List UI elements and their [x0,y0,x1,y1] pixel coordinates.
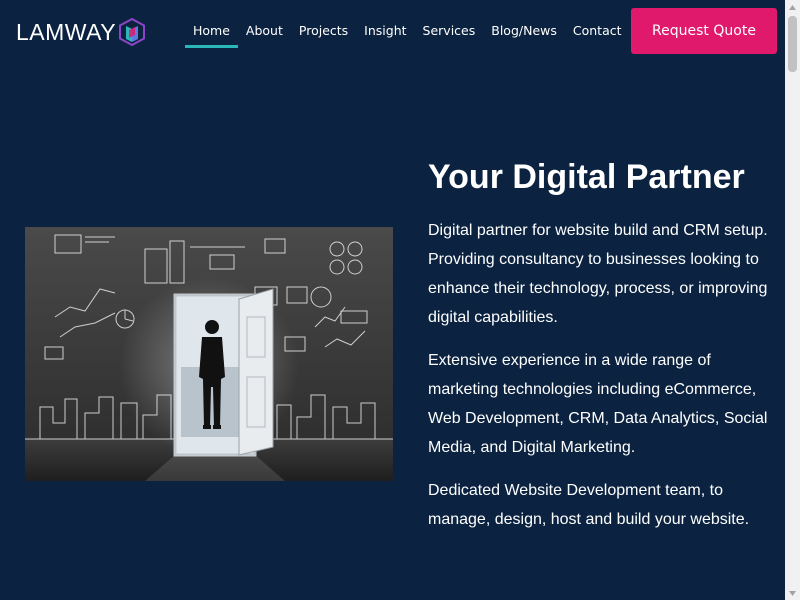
nav-projects[interactable]: Projects [291,14,356,48]
main-nav: Home About Projects Insight Services Blo… [185,14,630,48]
nav-services[interactable]: Services [415,14,484,48]
logo-text: LAMWAY [16,18,117,45]
hero-image [25,227,393,481]
scrollbar[interactable] [785,0,800,600]
nav-home[interactable]: Home [185,14,238,48]
nav-blog-news[interactable]: Blog/News [483,14,565,48]
logo-mark-icon [119,18,146,46]
nav-insight[interactable]: Insight [356,14,414,48]
site-header: LAMWAY Home About Projects Insight Servi… [0,0,785,62]
businessman-doorway-icon [25,227,393,481]
hero-paragraph: Digital partner for website build and CR… [428,222,768,326]
scroll-down-arrow-icon[interactable] [785,586,800,600]
nav-about[interactable]: About [238,14,291,48]
scrollbar-thumb[interactable] [788,16,797,72]
hero-description: Digital partner for website build and CR… [428,216,768,548]
page: LAMWAY Home About Projects Insight Servi… [0,0,785,600]
request-quote-button[interactable]: Request Quote [631,8,777,54]
nav-contact[interactable]: Contact [565,14,630,48]
hero-paragraph: Extensive experience in a wide range of … [428,352,768,456]
hero-title: Your Digital Partner [428,158,745,196]
scroll-up-arrow-icon[interactable] [785,0,800,14]
hero-paragraph: Dedicated Website Development team, to m… [428,482,750,528]
logo[interactable]: LAMWAY [16,16,146,48]
